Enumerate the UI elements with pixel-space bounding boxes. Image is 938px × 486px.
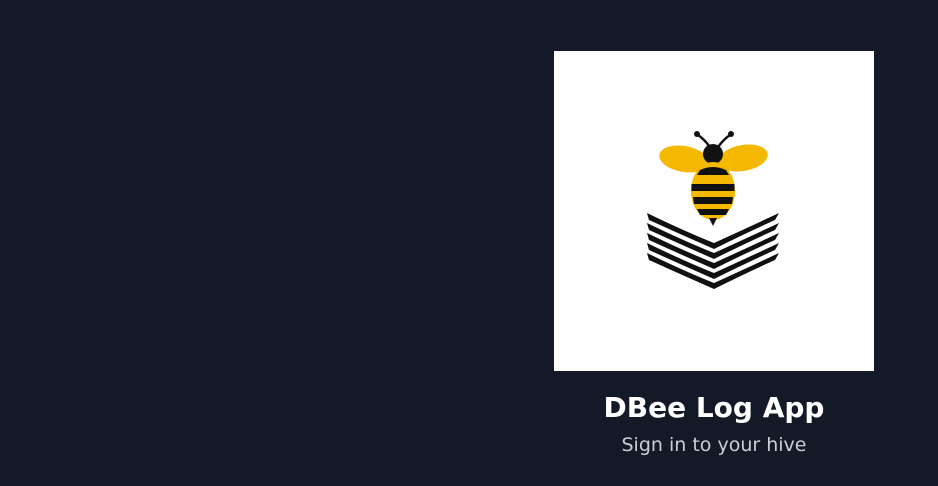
logo-card — [554, 51, 874, 371]
login-page: DBee Log App Sign in to your hive — [0, 0, 938, 486]
app-title: DBee Log App — [603, 391, 825, 424]
app-subtitle: Sign in to your hive — [621, 434, 807, 456]
bee-book-logo-icon — [647, 131, 779, 289]
brand-panel: DBee Log App Sign in to your hive — [554, 51, 874, 457]
